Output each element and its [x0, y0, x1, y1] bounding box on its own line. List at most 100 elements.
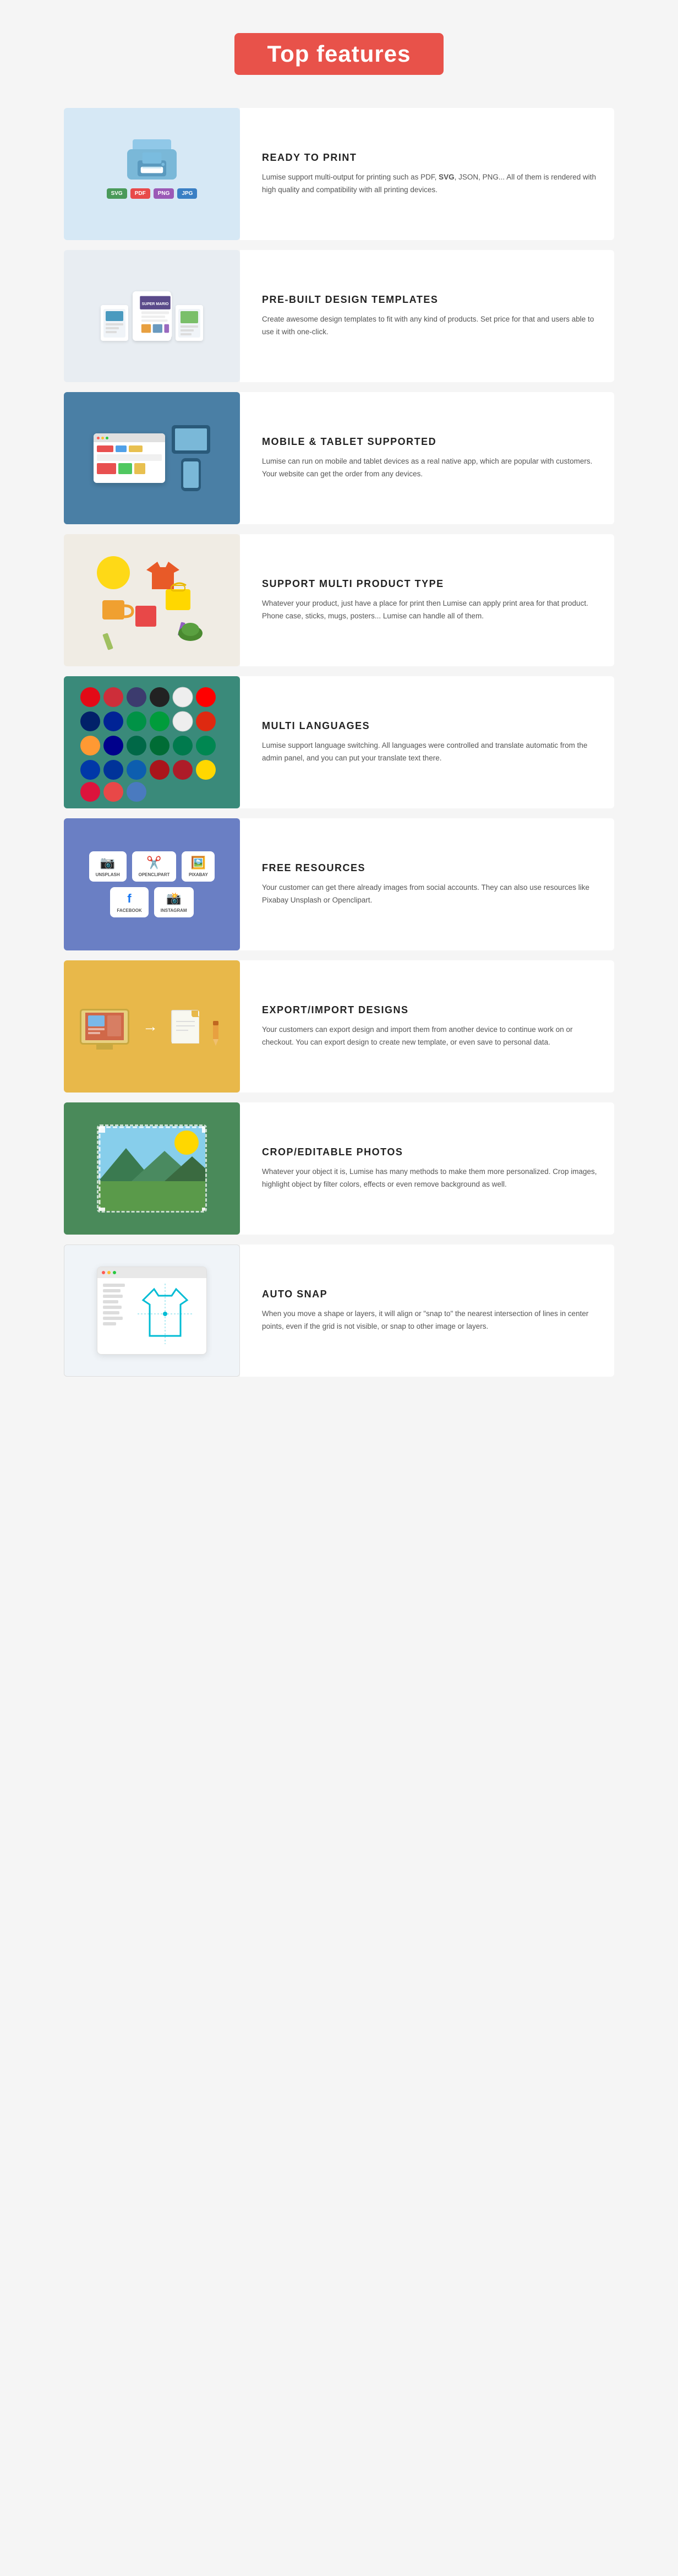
snap-bar: [97, 1267, 206, 1278]
monitor-stand: [96, 1044, 113, 1050]
feature-desc-templates: Create awesome design templates to fit w…: [262, 313, 598, 338]
feature-image-export: →: [64, 960, 240, 1093]
feature-image-products: [64, 534, 240, 666]
browser-bar: [94, 433, 165, 442]
mobile-scene: [85, 416, 219, 500]
computer-monitor: [80, 1009, 129, 1045]
template-card-2: [176, 305, 203, 341]
pencil-icon: [207, 1018, 224, 1046]
feature-desc-export: Your customers can export design and imp…: [262, 1024, 598, 1048]
browser-content: [94, 442, 165, 477]
printer-top: [133, 139, 171, 149]
feature-row-resources: 📷 UNSPLASH ✂️ OPENCLIPART 🖼️: [64, 818, 614, 950]
snap-dot-red: [102, 1271, 105, 1274]
printer-svg: [127, 149, 177, 180]
feature-row-autosnap: AUTO SNAP When you move a shape or layer…: [64, 1244, 614, 1377]
feature-desc-autosnap: When you move a shape or layers, it will…: [262, 1308, 598, 1333]
format-badges: SVG PDF PNG JPG: [107, 188, 198, 199]
tshirt-snap-svg: [138, 1284, 193, 1344]
feature-row-export: →: [64, 960, 614, 1093]
feature-desc-mobile: Lumise can run on mobile and tablet devi…: [262, 455, 598, 480]
template-card-1: [101, 305, 128, 341]
badge-svg: SVG: [107, 188, 127, 199]
snap-sidebar-item: [103, 1311, 119, 1314]
snap-sidebar-item: [103, 1322, 116, 1325]
snap-browser: [97, 1267, 207, 1355]
feature-content-languages: MULTI LANGUAGES Lumise support language …: [240, 676, 614, 808]
feature-title-products: SUPPORT MULTI PRODUCT TYPE: [262, 578, 598, 590]
resource-facebook: f FACEBOOK: [110, 887, 148, 917]
export-scene: →: [69, 998, 235, 1056]
feature-desc-print: Lumise support multi-output for printing…: [262, 171, 598, 196]
snap-sidebar-item: [103, 1317, 123, 1320]
feature-title-crop: CROP/EDITABLE PHOTOS: [262, 1146, 598, 1158]
printer-body: [127, 149, 177, 180]
resources-scene: 📷 UNSPLASH ✂️ OPENCLIPART 🖼️: [64, 832, 240, 937]
dot-green: [106, 437, 108, 439]
flags-svg: [75, 682, 229, 803]
products-svg: [80, 545, 223, 655]
feature-content-print: READY TO PRINT Lumise support multi-outp…: [240, 108, 614, 240]
print-illustration: SVG PDF PNG JPG: [64, 108, 240, 240]
feature-content-autosnap: AUTO SNAP When you move a shape or layer…: [240, 1244, 614, 1377]
feature-content-mobile: MOBILE & TABLET SUPPORTED Lumise can run…: [240, 392, 614, 524]
feature-content-crop: CROP/EDITABLE PHOTOS Whatever your objec…: [240, 1102, 614, 1235]
mobile-illustration: [64, 392, 240, 524]
autosnap-scene: [88, 1258, 216, 1363]
export-illustration: →: [64, 960, 240, 1093]
feature-row-print: SVG PDF PNG JPG READY TO PRINT Lumise su…: [64, 108, 614, 240]
resources-illustration: 📷 UNSPLASH ✂️ OPENCLIPART 🖼️: [64, 818, 240, 950]
autosnap-illustration: [64, 1245, 239, 1376]
feature-title-autosnap: AUTO SNAP: [262, 1289, 598, 1300]
snap-sidebar-item: [103, 1300, 118, 1303]
monitor-screen: [85, 1013, 124, 1040]
dot-yellow: [101, 437, 104, 439]
snap-sidebar-item: [103, 1289, 121, 1292]
feature-title-resources: FREE RESOURCES: [262, 862, 598, 874]
header-title: Top features: [234, 33, 444, 75]
dot-red: [97, 437, 100, 439]
feature-image-crop: [64, 1102, 240, 1235]
feature-image-mobile: [64, 392, 240, 524]
svg-text:SUPER MARIO: SUPER MARIO: [142, 302, 169, 306]
feature-row-templates: SUPER MARIO: [64, 250, 614, 382]
resource-instagram: 📸 INSTAGRAM: [154, 887, 194, 917]
browser-window: [94, 433, 165, 483]
feature-desc-crop: Whatever your object it is, Lumise has m…: [262, 1166, 598, 1191]
doc-page-1: [171, 1010, 199, 1043]
landscape-image: [97, 1124, 207, 1213]
print-scene: SVG PDF PNG JPG: [107, 149, 198, 199]
feature-desc-resources: Your customer can get there already imag…: [262, 882, 598, 906]
feature-title-mobile: MOBILE & TABLET SUPPORTED: [262, 436, 598, 448]
templates-illustration: SUPER MARIO: [64, 250, 240, 382]
feature-row-mobile: MOBILE & TABLET SUPPORTED Lumise can run…: [64, 392, 614, 524]
template-card-main: SUPER MARIO: [133, 291, 171, 341]
products-illustration: [64, 534, 240, 666]
resource-unsplash: 📷 UNSPLASH: [89, 851, 127, 882]
badge-png: PNG: [154, 188, 174, 199]
feature-image-templates: SUPER MARIO: [64, 250, 240, 382]
crop-scene: [86, 1113, 218, 1224]
snap-sidebar-item: [103, 1284, 125, 1287]
feature-title-languages: MULTI LANGUAGES: [262, 720, 598, 732]
resource-openclipart: ✂️ OPENCLIPART: [132, 851, 177, 882]
crop-illustration: [64, 1102, 240, 1235]
feature-content-export: EXPORT/IMPORT DESIGNS Your customers can…: [240, 960, 614, 1093]
feature-image-resources: 📷 UNSPLASH ✂️ OPENCLIPART 🖼️: [64, 818, 240, 950]
feature-desc-languages: Lumise support language switching. All l…: [262, 740, 598, 764]
feature-title-export: EXPORT/IMPORT DESIGNS: [262, 1004, 598, 1016]
feature-row-products: SUPPORT MULTI PRODUCT TYPE Whatever your…: [64, 534, 614, 666]
feature-title-templates: PRE-BUILT DESIGN TEMPLATES: [262, 294, 598, 306]
header-section: Top features: [0, 33, 678, 75]
phone-screen: [183, 461, 199, 488]
badge-jpg: JPG: [177, 188, 197, 199]
feature-title-print: READY TO PRINT: [262, 152, 598, 164]
snap-sidebar: [103, 1284, 125, 1344]
tablet-screen: [175, 428, 207, 450]
feature-row-languages: MULTI LANGUAGES Lumise support language …: [64, 676, 614, 808]
features-container: SVG PDF PNG JPG READY TO PRINT Lumise su…: [64, 108, 614, 1381]
snap-main: [129, 1284, 201, 1344]
feature-row-crop: CROP/EDITABLE PHOTOS Whatever your objec…: [64, 1102, 614, 1235]
feature-image-languages: [64, 676, 240, 808]
phone-device: [181, 458, 201, 491]
